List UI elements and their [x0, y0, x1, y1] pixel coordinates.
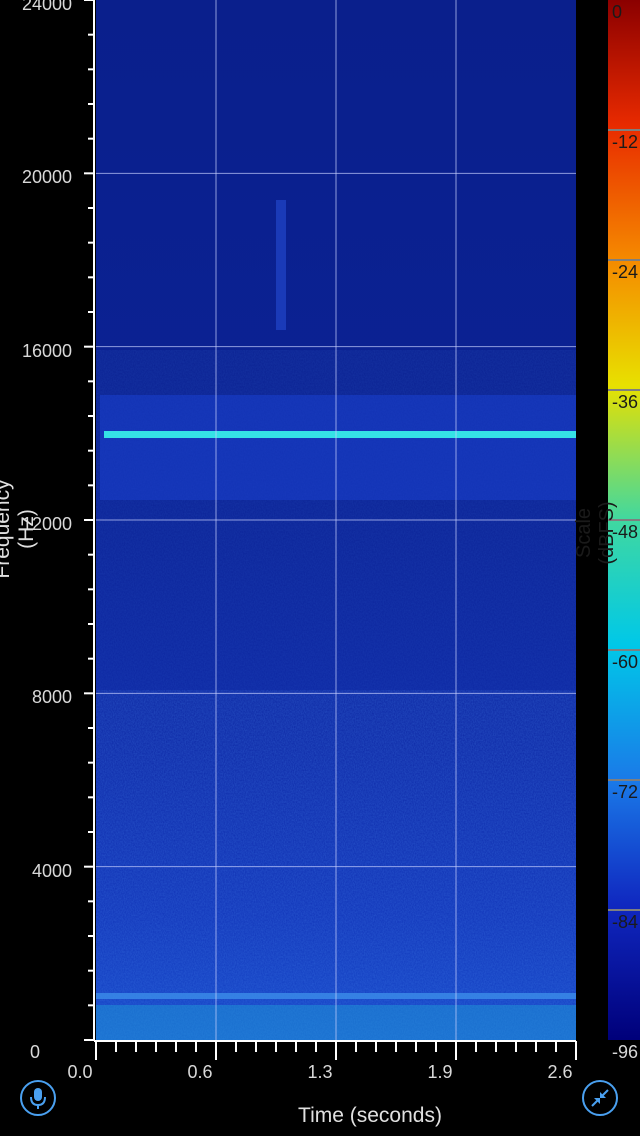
x-tick-label: 0.0	[67, 1062, 93, 1082]
x-tick-label: 1.3	[307, 1062, 333, 1082]
transient-streak	[276, 200, 286, 330]
x-tick-label: 0.6	[187, 1062, 213, 1082]
colorbar-tick-label: -84	[612, 912, 639, 932]
collapse-arrows-icon	[591, 1089, 609, 1107]
colorbar-tick-label: -36	[612, 392, 639, 412]
colorbar-tick-label: -24	[612, 262, 639, 282]
colorbar-tick-label: 0	[612, 2, 623, 22]
y-tick-label: 24000	[21, 0, 72, 14]
y-tick-label: 16000	[21, 340, 72, 361]
x-tick-label: 2.6	[547, 1062, 573, 1082]
spectral-tone-14k	[104, 431, 576, 438]
x-axis-label: Time (seconds)	[298, 1104, 442, 1127]
colorbar-tick-label: -72	[612, 782, 639, 802]
spectral-band	[100, 395, 576, 500]
y-tick-label: 4000	[31, 860, 72, 881]
y-tick-label: 0	[29, 1042, 40, 1062]
colorbar-tick-label: -12	[612, 132, 639, 152]
microphone-button[interactable]	[20, 1080, 56, 1116]
colorbar-tick-label: -60	[612, 652, 639, 672]
spectrogram-plot	[84, 0, 640, 1060]
colorbar-label: Scale (dBFS)	[573, 501, 618, 565]
colorbar-tick-label: -96	[612, 1042, 639, 1062]
y-axis-label: Frequency (Hz)	[0, 479, 38, 579]
microphone-icon	[30, 1088, 46, 1109]
spectrogram-view: 0 4000 8000 12000 16000 20000 24000 0.0 0.6 1.3 1…	[0, 0, 640, 1136]
x-tick-label: 1.9	[427, 1062, 453, 1082]
y-tick-label: 8000	[31, 687, 72, 708]
y-tick-label: 20000	[21, 167, 72, 188]
collapse-button[interactable]	[582, 1080, 618, 1116]
